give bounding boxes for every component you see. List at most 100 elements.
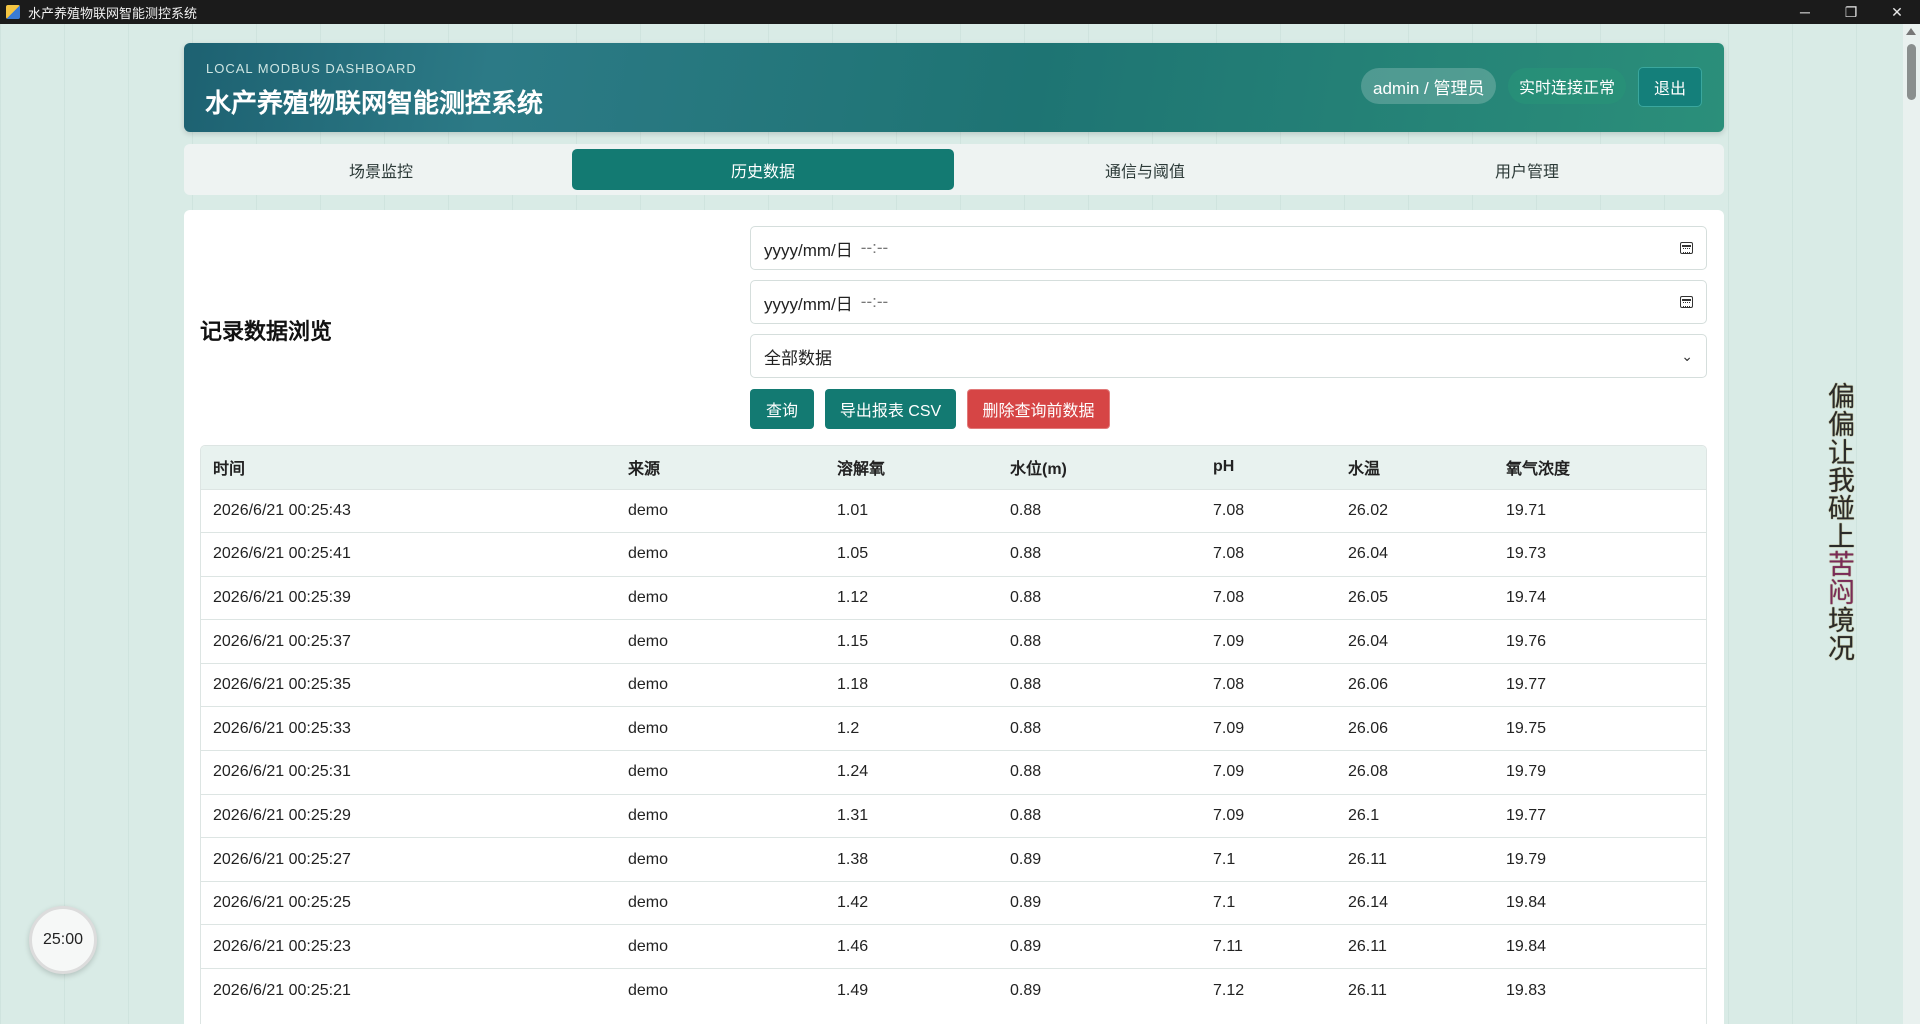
table-row[interactable]: 2026/6/21 00:25:37 demo 1.15 0.88 7.09 26.04 1…: [201, 619, 1706, 664]
cell-ph: 7.09: [1213, 719, 1245, 737]
tab-history-data[interactable]: 历史数据: [572, 149, 954, 190]
source-select-value: 全部数据: [764, 348, 832, 368]
cell-oxygen-concentration: 19.75: [1506, 719, 1547, 737]
table-row[interactable]: 2026/6/21 00:25:41 demo 1.05 0.88 7.08 26.04 1…: [201, 532, 1706, 577]
table-row[interactable]: 2026/6/21 00:25:39 demo 1.12 0.88 7.08 26.05 1…: [201, 576, 1706, 620]
column-header-ph[interactable]: pH: [1201, 446, 1336, 489]
cell-water-level: 0.89: [1010, 850, 1042, 868]
cell-source: demo: [628, 676, 669, 694]
table-header-row: 时间 来源 溶解氧 水位(m) pH 水温 氧气浓度: [201, 446, 1706, 489]
start-time-suffix: --:--: [860, 238, 889, 257]
table-row[interactable]: 2026/6/21 00:25:35 demo 1.18 0.88 7.08 26.06 1…: [201, 663, 1706, 707]
cell-dissolved-oxygen: 1.05: [837, 545, 869, 563]
cell-water-level: 0.89: [1010, 894, 1042, 912]
cell-source: demo: [628, 719, 669, 737]
cell-time: 2026/6/21 00:25:37: [213, 632, 351, 650]
cell-water-level: 0.89: [1010, 937, 1042, 955]
cell-time: 2026/6/21 00:25:43: [213, 501, 351, 519]
column-header-source[interactable]: 来源: [616, 446, 825, 489]
tab-scene-monitor[interactable]: 场景监控: [190, 149, 572, 190]
maximize-button[interactable]: ❐: [1828, 0, 1874, 24]
chevron-down-icon: ⌄: [1681, 347, 1693, 364]
cell-water-temp: 26.02: [1348, 501, 1389, 519]
table-row[interactable]: 2026/6/21 00:25:23 demo 1.46 0.89 7.11 26.11 1…: [201, 924, 1706, 969]
end-time-suffix: --:--: [860, 292, 889, 311]
scrollbar-thumb[interactable]: [1907, 44, 1916, 100]
cell-water-level: 0.89: [1010, 981, 1042, 999]
cell-dissolved-oxygen: 1.49: [837, 981, 869, 999]
cell-water-temp: 26.14: [1348, 894, 1389, 912]
cell-ph: 7.11: [1213, 937, 1243, 955]
cell-time: 2026/6/21 00:25:33: [213, 719, 351, 737]
table-row[interactable]: 2026/6/21 00:25:27 demo 1.38 0.89 7.1 26.11 19…: [201, 837, 1706, 882]
start-time-input[interactable]: yyyy/mm/日 --:--: [750, 226, 1707, 270]
cell-water-level: 0.88: [1010, 545, 1042, 563]
column-header-oxygen-concentration[interactable]: 氧气浓度: [1494, 446, 1706, 489]
window-title: 水产养殖物联网智能测控系统: [28, 5, 198, 21]
cell-water-temp: 26.04: [1348, 632, 1389, 650]
cell-dissolved-oxygen: 1.12: [837, 588, 869, 606]
column-header-time[interactable]: 时间: [201, 446, 616, 489]
table-row[interactable]: 2026/6/21 00:25:21 demo 1.49 0.89 7.12 26.11 1…: [201, 968, 1706, 1013]
column-header-water-level[interactable]: 水位(m): [998, 446, 1201, 489]
calendar-icon[interactable]: [1680, 296, 1693, 308]
query-button[interactable]: 查询: [750, 389, 814, 429]
cell-dissolved-oxygen: 1.15: [837, 632, 869, 650]
cell-ph: 7.08: [1213, 588, 1245, 606]
table-row[interactable]: 2026/6/21 00:25:31 demo 1.24 0.88 7.09 26.08 1…: [201, 750, 1706, 795]
user-badge: admin / 管理员: [1361, 68, 1497, 104]
cell-oxygen-concentration: 19.71: [1506, 501, 1547, 519]
cell-time: 2026/6/21 00:25:27: [213, 850, 351, 868]
cell-time: 2026/6/21 00:25:39: [213, 588, 351, 606]
source-select[interactable]: 全部数据 ⌄: [750, 334, 1707, 378]
table-row[interactable]: 2026/6/21 00:25:33 demo 1.2 0.88 7.09 26.06 19…: [201, 706, 1706, 751]
section-title: 记录数据浏览: [200, 319, 333, 344]
cell-source: demo: [628, 501, 669, 519]
close-button[interactable]: ✕: [1874, 0, 1920, 24]
cell-water-level: 0.88: [1010, 588, 1042, 606]
timer-badge[interactable]: 25:00: [29, 906, 97, 974]
end-time-input[interactable]: yyyy/mm/日 --:--: [750, 280, 1707, 324]
cell-time: 2026/6/21 00:25:35: [213, 676, 351, 694]
cell-oxygen-concentration: 19.77: [1506, 676, 1547, 694]
table-row[interactable]: 2026/6/21 00:25:29 demo 1.31 0.88 7.09 26.1 19…: [201, 794, 1706, 838]
cell-time: 2026/6/21 00:25:21: [213, 981, 351, 999]
vertical-scrollbar[interactable]: [1903, 24, 1920, 1024]
cell-water-level: 0.88: [1010, 501, 1042, 519]
cell-source: demo: [628, 588, 669, 606]
cell-ph: 7.09: [1213, 806, 1245, 824]
cell-ph: 7.08: [1213, 501, 1245, 519]
tab-comm-threshold[interactable]: 通信与阈值: [954, 149, 1336, 190]
table-row[interactable]: 2026/6/21 00:25:25 demo 1.42 0.89 7.1 26.14 19…: [201, 881, 1706, 925]
minimize-button[interactable]: ─: [1782, 0, 1828, 24]
cell-dissolved-oxygen: 1.46: [837, 937, 869, 955]
table-row[interactable]: 2026/6/21 00:25:43 demo 1.01 0.88 7.08 26.02 1…: [201, 489, 1706, 533]
cell-oxygen-concentration: 19.84: [1506, 937, 1547, 955]
cell-ph: 7.09: [1213, 763, 1245, 781]
cell-ph: 7.1: [1213, 850, 1236, 868]
table-body: 2026/6/21 00:25:43 demo 1.01 0.88 7.08 26.02 1…: [201, 489, 1706, 1012]
logout-button[interactable]: 退出: [1638, 67, 1702, 107]
cell-water-level: 0.88: [1010, 719, 1042, 737]
calligraphy-part-2: 苦闷: [1823, 550, 1854, 606]
cell-time: 2026/6/21 00:25:25: [213, 894, 351, 912]
cell-oxygen-concentration: 19.76: [1506, 632, 1547, 650]
cell-dissolved-oxygen: 1.42: [837, 894, 869, 912]
cell-oxygen-concentration: 19.77: [1506, 806, 1547, 824]
cell-ph: 7.12: [1213, 981, 1245, 999]
end-time-placeholder: yyyy/mm/日: [764, 294, 853, 314]
delete-before-button[interactable]: 删除查询前数据: [967, 389, 1110, 429]
history-panel: 记录数据浏览 yyyy/mm/日 --:-- yyyy/mm/日 --:-- 全…: [184, 210, 1724, 1024]
cell-water-temp: 26.11: [1348, 850, 1387, 868]
scroll-up-icon[interactable]: [1906, 28, 1916, 35]
cell-source: demo: [628, 937, 669, 955]
cell-water-temp: 26.05: [1348, 588, 1389, 606]
cell-time: 2026/6/21 00:25:23: [213, 937, 351, 955]
export-csv-button[interactable]: 导出报表 CSV: [825, 389, 956, 429]
calendar-icon[interactable]: [1680, 242, 1693, 254]
cell-ph: 7.08: [1213, 545, 1245, 563]
column-header-dissolved-oxygen[interactable]: 溶解氧: [825, 446, 998, 489]
tab-user-management[interactable]: 用户管理: [1336, 149, 1718, 190]
column-header-water-temp[interactable]: 水温: [1336, 446, 1494, 489]
cell-time: 2026/6/21 00:25:41: [213, 545, 351, 563]
